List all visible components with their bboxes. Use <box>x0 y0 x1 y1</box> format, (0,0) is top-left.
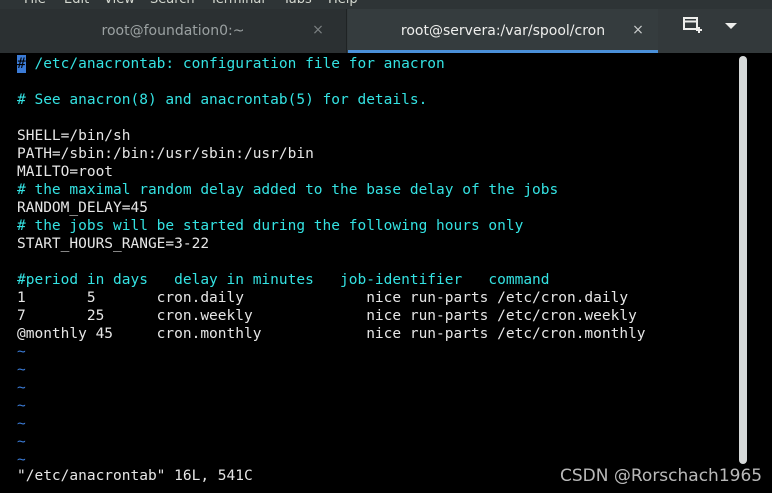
text-cursor: # <box>17 55 26 73</box>
csdn-watermark: CSDN @Rorschach1965 <box>560 466 763 486</box>
terminal-viewport[interactable]: # /etc/anacrontab: configuration file fo… <box>0 53 772 493</box>
terminal-line: MAILTO=root <box>17 164 114 180</box>
empty-buffer-line: ~ <box>17 398 26 414</box>
menu-bar: File Edit View Search Terminal Tabs Help <box>0 0 772 9</box>
menu-terminal[interactable]: Terminal <box>210 0 265 8</box>
tab-bar: root@foundation0:~ × root@servera:/var/s… <box>0 9 772 53</box>
empty-buffer-line: ~ <box>17 380 26 396</box>
terminal-line: # the maximal random delay added to the … <box>17 182 559 198</box>
tab-servera[interactable]: root@servera:/var/spool/cron × <box>348 9 658 53</box>
close-icon[interactable]: × <box>629 21 647 39</box>
close-icon[interactable]: × <box>309 21 327 39</box>
empty-buffer-line: ~ <box>17 362 26 378</box>
terminal-line: # the jobs will be started during the fo… <box>17 218 524 234</box>
terminal-line: PATH=/sbin:/bin:/usr/sbin:/usr/bin <box>17 146 314 162</box>
scrollbar-thumb[interactable] <box>739 56 747 464</box>
tab-foundation0[interactable]: root@foundation0:~ × <box>0 9 347 53</box>
line-text: /etc/anacrontab: configuration file for … <box>25 56 445 72</box>
tab-label: root@servera:/var/spool/cron <box>400 23 606 39</box>
terminal-line: # See anacron(8) and anacrontab(5) for d… <box>17 92 428 108</box>
terminal-line: 1 5 cron.daily nice run-parts /etc/cron.… <box>17 290 629 306</box>
menu-file[interactable]: File <box>24 0 46 8</box>
terminal-line: #period in days delay in minutes job-ide… <box>17 272 550 288</box>
terminal-line: RANDOM_DELAY=45 <box>17 200 148 216</box>
empty-buffer-line: ~ <box>17 416 26 432</box>
new-tab-icon <box>683 17 702 33</box>
new-tab-button[interactable] <box>673 9 711 39</box>
menu-search[interactable]: Search <box>150 0 195 8</box>
terminal-line: # /etc/anacrontab: configuration file fo… <box>17 55 445 73</box>
terminal-line: SHELL=/bin/sh <box>17 128 131 144</box>
tab-label: root@foundation0:~ <box>101 23 245 39</box>
terminal-line: 7 25 cron.weekly nice run-parts /etc/cro… <box>17 308 637 324</box>
vim-status-line: "/etc/anacrontab" 16L, 541C <box>17 468 253 484</box>
terminal-line: @monthly 45 cron.monthly nice run-parts … <box>17 326 646 342</box>
empty-buffer-line: ~ <box>17 434 26 450</box>
chevron-down-icon <box>725 23 737 29</box>
menu-tabs[interactable]: Tabs <box>283 0 312 8</box>
menu-view[interactable]: View <box>104 0 135 8</box>
terminal-line: START_HOURS_RANGE=3-22 <box>17 236 210 252</box>
terminal-menu-button[interactable] <box>716 9 748 39</box>
empty-buffer-line: ~ <box>17 344 26 360</box>
menu-help[interactable]: Help <box>328 0 358 8</box>
menu-edit[interactable]: Edit <box>64 0 89 8</box>
